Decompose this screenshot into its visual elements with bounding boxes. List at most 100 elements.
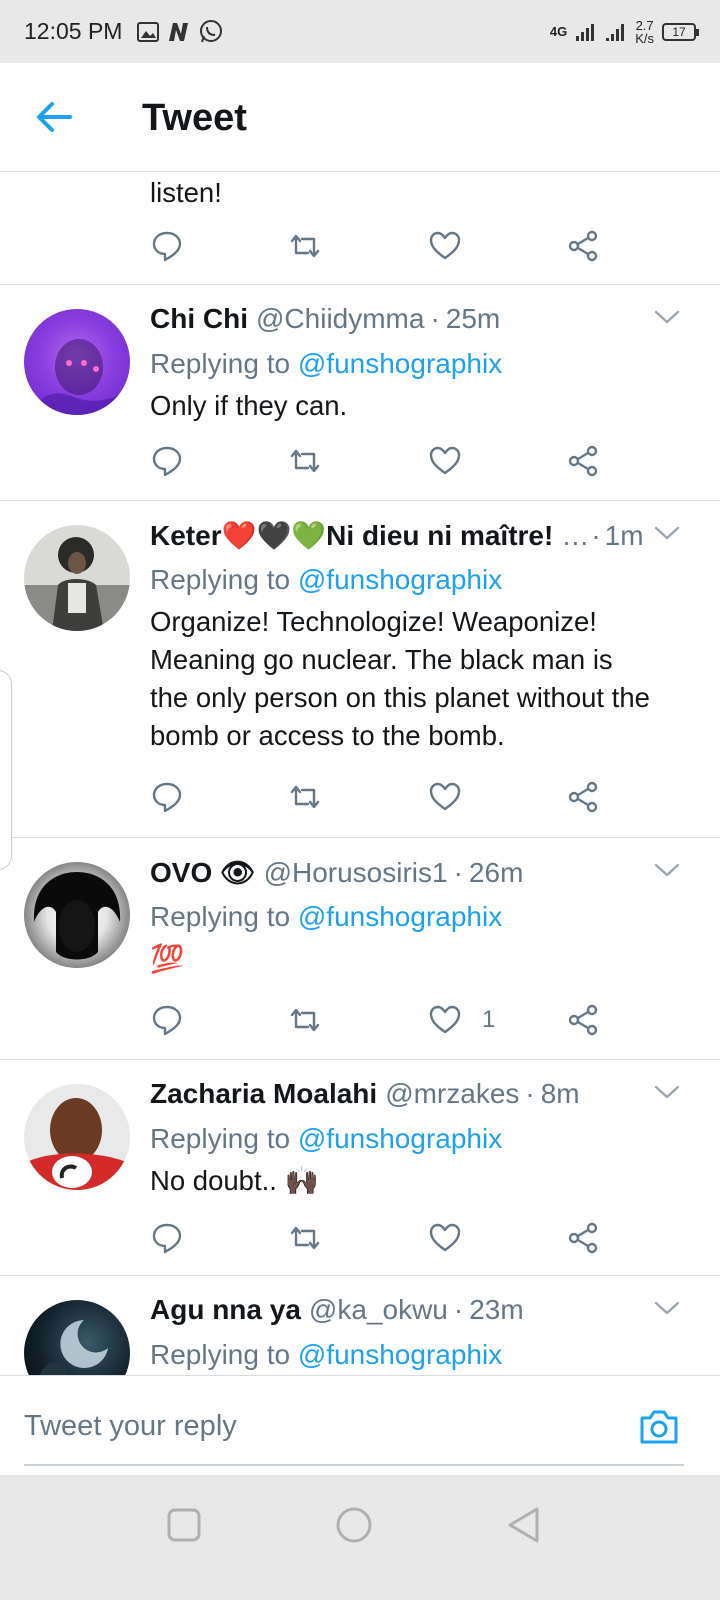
replying-to: Replying to @funshographix [150, 1334, 700, 1375]
heart-icon [429, 446, 461, 475]
avatar[interactable] [24, 1084, 130, 1190]
replying-mention[interactable]: @funshographix [298, 1123, 502, 1154]
author-name[interactable]: OVO 👁 [150, 856, 256, 889]
tweet-item[interactable]: OVO 👁 @Horusosiris1 · 26m Replying to @f… [0, 838, 720, 1060]
separator-dot: · [591, 520, 601, 551]
chevron-down-icon[interactable] [654, 1298, 680, 1318]
whatsapp-icon [200, 19, 223, 42]
reply-button[interactable] [150, 226, 184, 266]
retweet-button[interactable] [288, 1000, 322, 1040]
partial-tweet[interactable]: listen! [0, 172, 720, 285]
tweet-time: 23m [469, 1294, 524, 1325]
tweet-header: OVO 👁 @Horusosiris1 · 26m [150, 856, 700, 896]
tweet-actions [150, 777, 610, 817]
home-icon[interactable] [334, 1505, 374, 1545]
tweet-time: 26m [468, 857, 524, 888]
status-bar: 12:05 PM 4G 2.7 K/s 17 [0, 0, 720, 63]
share-button[interactable] [566, 226, 600, 266]
chevron-down-icon[interactable] [654, 307, 680, 327]
author-name[interactable]: Zacharia Moalahi [150, 1078, 377, 1110]
tweet-body: Agu nna ya @ka_okwu · 23m Replying to @f… [150, 1294, 700, 1375]
replying-mention[interactable]: @funshographix [298, 1339, 502, 1370]
author-name[interactable]: Agu nna ya [150, 1294, 301, 1326]
author-handle[interactable]: @Horusosiris1 [264, 857, 448, 889]
like-button[interactable]: 1 [428, 1000, 495, 1040]
avatar[interactable] [24, 525, 130, 631]
edge-panel-handle[interactable] [0, 670, 12, 870]
share-icon [568, 230, 598, 262]
arrow-left-icon[interactable] [34, 99, 74, 135]
chevron-down-icon[interactable] [654, 860, 680, 880]
speed-value: 2.7 [635, 17, 654, 33]
chevron-down-icon[interactable] [654, 1082, 680, 1102]
share-button[interactable] [566, 1000, 600, 1040]
replying-mention[interactable]: @funshographix [298, 564, 502, 595]
replying-mention[interactable]: @funshographix [298, 348, 502, 379]
author-name[interactable]: Chi Chi [150, 303, 248, 335]
replying-to: Replying to @funshographix [150, 343, 700, 385]
like-button[interactable] [428, 441, 482, 481]
n-app-icon [169, 22, 189, 41]
speed-unit: K/s [635, 30, 654, 46]
retweet-button[interactable] [288, 441, 322, 481]
recent-apps-icon[interactable] [164, 1505, 204, 1545]
reply-button[interactable] [150, 777, 184, 817]
author-handle[interactable]: @ka_okwu [309, 1294, 448, 1326]
like-button[interactable] [428, 777, 482, 817]
share-icon [568, 1004, 598, 1036]
gallery-icon [137, 21, 160, 42]
like-button[interactable] [428, 1218, 482, 1258]
share-button[interactable] [566, 441, 600, 481]
back-triangle-icon[interactable] [504, 1505, 544, 1545]
tweet-time: 8m [540, 1078, 580, 1109]
tweet-item[interactable]: Chi Chi @Chiidymma · 25m Replying to @fu… [0, 285, 720, 501]
share-button[interactable] [566, 777, 600, 817]
replying-mention[interactable]: @funshographix [298, 901, 502, 932]
like-button[interactable] [428, 226, 462, 266]
separator-dot: · [453, 1294, 464, 1325]
avatar[interactable] [24, 309, 130, 415]
heart-icon [429, 1223, 461, 1252]
retweet-button[interactable] [288, 226, 322, 266]
share-button[interactable] [566, 1218, 600, 1258]
avatar[interactable] [24, 1300, 130, 1375]
author-name[interactable]: Keter❤️🖤💚Ni dieu ni maître! [150, 519, 553, 552]
signal-icon [576, 23, 595, 41]
retweet-button[interactable] [288, 1218, 322, 1258]
chevron-down-icon[interactable] [654, 523, 680, 543]
replying-prefix: Replying to [150, 564, 291, 595]
tweet-item[interactable]: Zacharia Moalahi @mrzakes · 8m Replying … [0, 1060, 720, 1276]
page-title: Tweet [142, 97, 247, 139]
share-icon [568, 445, 598, 477]
network-type: 4G [549, 24, 568, 39]
tweet-header: Chi Chi @Chiidymma · 25m [150, 303, 700, 343]
camera-icon[interactable] [638, 1406, 680, 1446]
avatar[interactable] [24, 862, 130, 968]
reply-input-underline [24, 1464, 684, 1466]
separator-dot: · [430, 303, 440, 334]
avatar-photo [33, 872, 121, 960]
reply-button[interactable] [150, 1218, 184, 1258]
tweet-item[interactable]: Agu nna ya @ka_okwu · 23m Replying to @f… [0, 1276, 720, 1375]
author-handle[interactable]: @mrzakes [385, 1078, 519, 1110]
reply-feed[interactable]: listen! Chi Chi @Chiidymma · 25m Replyin… [0, 172, 720, 1375]
tweet-header: Agu nna ya @ka_okwu · 23m [150, 1294, 700, 1334]
retweet-icon [290, 234, 320, 258]
reply-button[interactable] [150, 441, 184, 481]
share-icon [568, 1222, 598, 1254]
tweet-item[interactable]: Keter❤️🖤💚Ni dieu ni maître! … · 1m Reply… [0, 501, 720, 838]
tweet-text: Organize! Technologize! Weaponize! Meani… [150, 606, 650, 751]
tweet-text: 💯 [150, 943, 185, 974]
author-handle[interactable]: @Chiidymma [256, 303, 424, 335]
retweet-icon [290, 1226, 320, 1250]
author-handle[interactable]: … [561, 520, 589, 552]
signal-2-icon [606, 23, 625, 41]
retweet-button[interactable] [288, 777, 322, 817]
reply-input[interactable] [24, 1404, 604, 1448]
tweet-header: Keter❤️🖤💚Ni dieu ni maître! … · 1m [150, 519, 700, 559]
heart-icon [429, 231, 461, 260]
reply-button[interactable] [150, 1000, 184, 1040]
tweet-body: Zacharia Moalahi @mrzakes · 8m Replying … [150, 1078, 700, 1200]
replying-prefix: Replying to [150, 1123, 291, 1154]
battery-icon: 17 [662, 22, 699, 41]
